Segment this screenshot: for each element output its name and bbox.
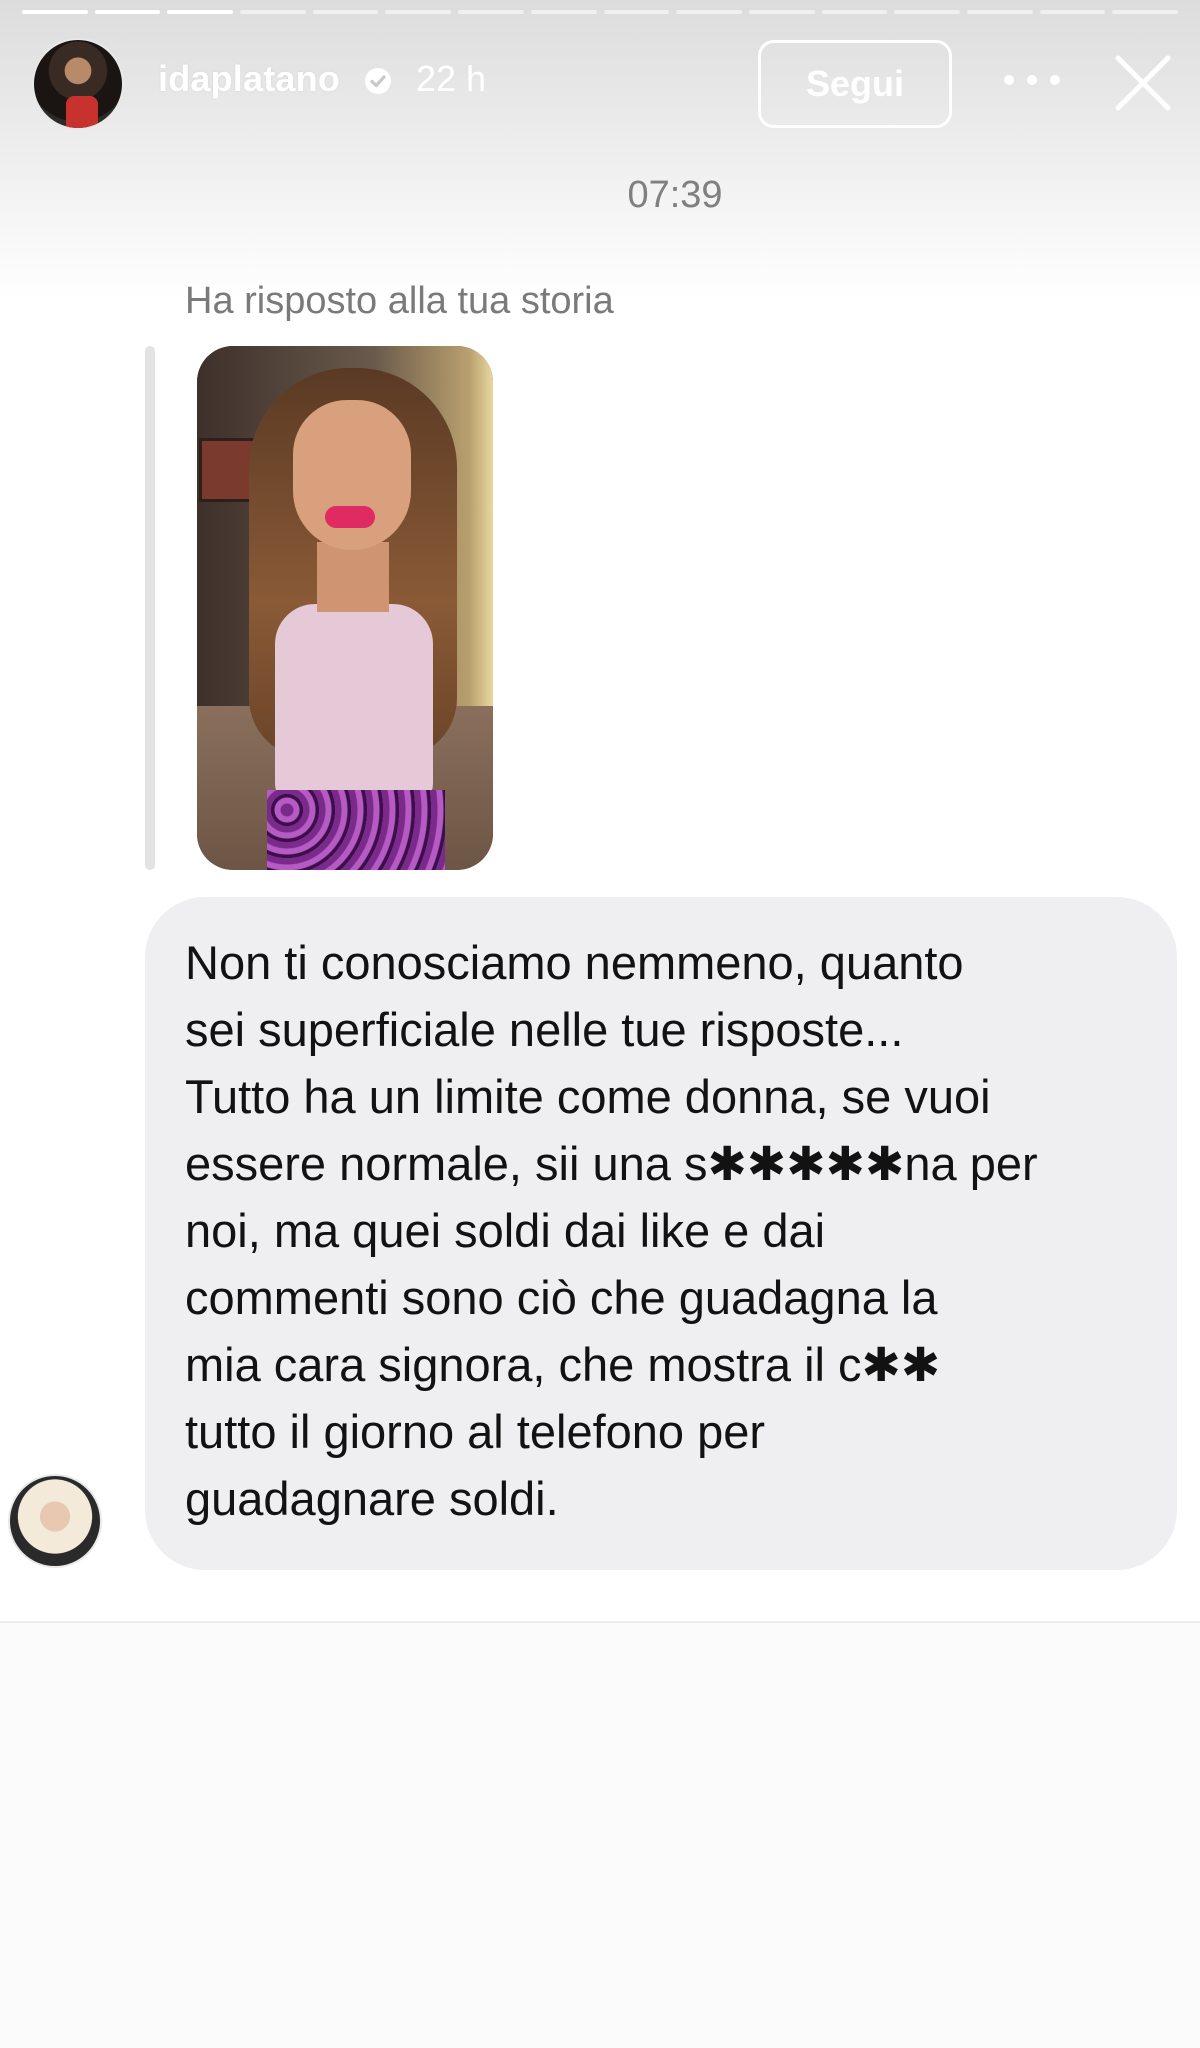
story-age: 22 h [416, 58, 487, 99]
progress-segment [676, 10, 742, 14]
progress-segment [1039, 10, 1106, 14]
progress-segment [894, 10, 960, 14]
progress-segment [1112, 10, 1178, 14]
progress-segment [167, 10, 234, 14]
progress-segment [240, 10, 306, 14]
progress-segment [530, 10, 597, 14]
progress-segment [312, 10, 379, 14]
username-link[interactable]: idaplatano [158, 58, 340, 100]
avatar-image-detail [66, 96, 98, 128]
story-thumbnail[interactable] [197, 346, 493, 870]
message-timestamp: 07:39 [627, 174, 723, 216]
progress-segment [966, 10, 1033, 14]
profile-avatar[interactable] [32, 38, 124, 130]
story-progress-bar [22, 10, 1178, 16]
sender-avatar[interactable] [8, 1474, 102, 1568]
progress-segment [22, 10, 88, 14]
more-options-icon[interactable] [1004, 60, 1060, 100]
progress-segment [603, 10, 670, 14]
follow-button[interactable]: Segui [758, 40, 952, 128]
reply-context-label: Ha risposto alla tua storia [185, 280, 614, 322]
message-bubble: Non ti conosciamo nemmeno, quanto sei su… [145, 897, 1177, 1570]
blank-area [0, 1623, 1200, 2048]
message-text: Non ti conosciamo nemmeno, quanto sei su… [185, 936, 1038, 1525]
verified-badge-icon [365, 68, 391, 94]
close-icon[interactable] [1112, 52, 1174, 114]
reply-indicator-bar [145, 346, 155, 870]
progress-segment [748, 10, 815, 14]
progress-segment [385, 10, 452, 14]
story-header: idaplatano 22 h Segui [0, 38, 1200, 130]
progress-segment [458, 10, 524, 14]
progress-segment [94, 10, 161, 14]
story-viewer: idaplatano 22 h Segui 07:39 Ha risposto … [0, 0, 1200, 2048]
progress-segment [821, 10, 888, 14]
